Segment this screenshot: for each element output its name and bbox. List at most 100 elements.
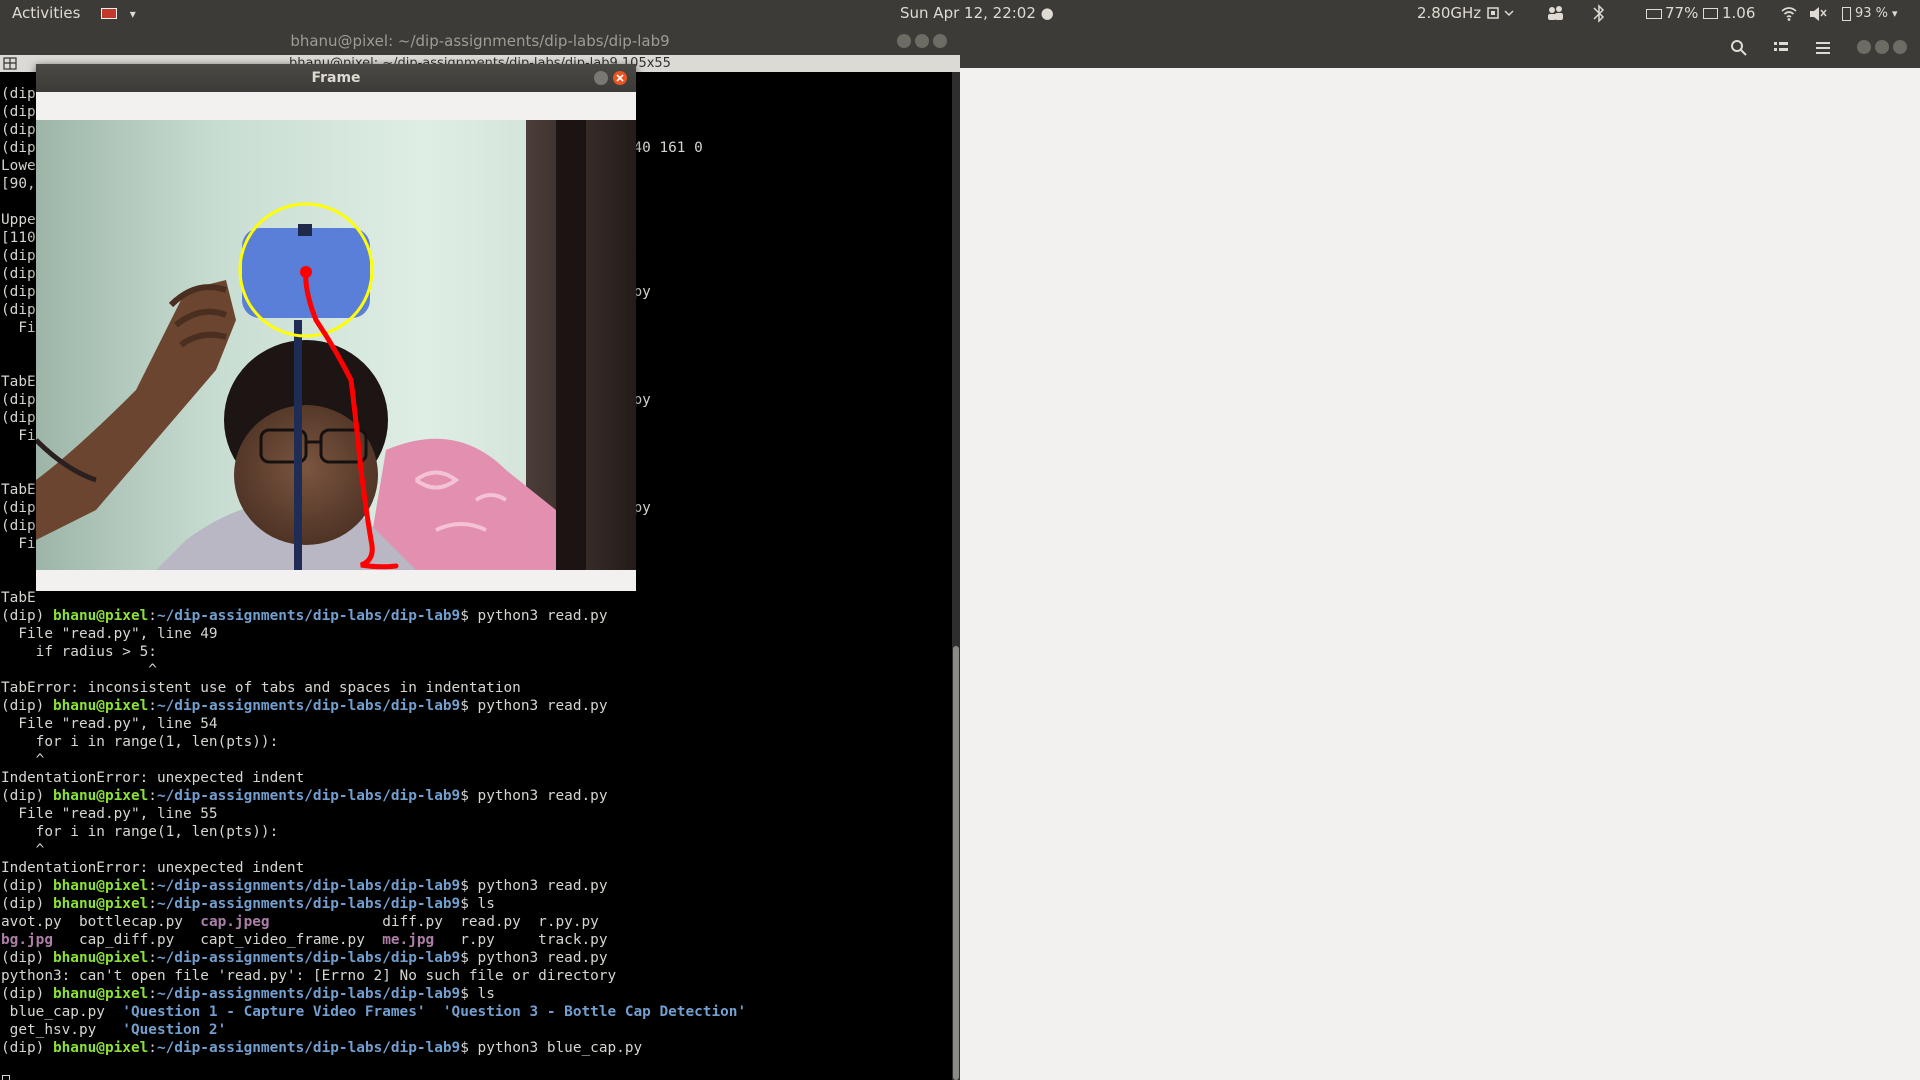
view-toggle-icon[interactable]	[1772, 39, 1790, 57]
volume-icon[interactable]	[1808, 0, 1828, 27]
terminal-line: (dip) bhanu@pixel:~/dip-assignments/dip-…	[1, 895, 746, 913]
terminal-text-segment: (dip)	[1, 878, 53, 894]
terminal-text-segment: diff.py read.py r.py.py	[269, 914, 599, 930]
terminal-text-segment: :	[148, 698, 157, 714]
terminal-text-segment: $ python3 blue_cap.py	[460, 1040, 643, 1056]
activities-button[interactable]: Activities	[12, 0, 80, 27]
terminal-text-segment: [110	[1, 230, 36, 246]
terminal-line: (dip) bhanu@pixel:~/dip-assignments/dip-…	[1, 949, 746, 967]
camera-image	[36, 120, 636, 570]
terminal-text-segment: ^	[1, 752, 45, 768]
terminal-text-segment: ^	[1, 662, 157, 678]
load-indicator[interactable]: 1.06	[1703, 0, 1755, 27]
terminal-line: IndentationError: unexpected indent	[1, 769, 746, 787]
terminal-line: (dip) bhanu@pixel:~/dip-assignments/dip-…	[1, 877, 746, 895]
terminal-text-segment: :	[148, 608, 157, 624]
terminal-line: TabE	[1, 589, 746, 607]
terminal-text-segment: $ python3 read.py	[460, 950, 608, 966]
terminal-line: (dip) bhanu@pixel:~/dip-assignments/dip-…	[1, 1039, 746, 1057]
terminal-line: if radius > 5:	[1, 643, 746, 661]
frame-close-button[interactable]	[613, 71, 627, 85]
terminal-text-segment: :	[148, 878, 157, 894]
terminal-scroll-thumb[interactable]	[953, 646, 959, 1080]
terminal-text-segment: Uppe	[1, 212, 36, 228]
terminal-text-segment: ^	[1, 842, 45, 858]
terminal-cursor	[2, 1075, 10, 1080]
terminal-line: for i in range(1, len(pts)):	[1, 823, 746, 841]
frame-minimize-button[interactable]	[594, 71, 608, 85]
terminal-text-segment: Fi	[1, 428, 36, 444]
terminal-line: (dip) bhanu@pixel:~/dip-assignments/dip-…	[1, 787, 746, 805]
close-button[interactable]	[1893, 40, 1907, 54]
terminal-text-segment: ~/dip-assignments/dip-labs/dip-lab9	[156, 878, 461, 894]
terminal-text-segment: ~/dip-assignments/dip-labs/dip-lab9	[156, 698, 461, 714]
terminal-titlebar[interactable]: bhanu@pixel: ~/dip-assignments/dip-labs/…	[0, 27, 960, 55]
power-indicator[interactable]: 93 % ▾	[1842, 0, 1898, 27]
terminal-text-segment: ~/dip-assignments/dip-labs/dip-lab9	[156, 608, 461, 624]
terminal-text-segment: $ python3 read.py	[460, 878, 608, 894]
terminal-line: (dip) bhanu@pixel:~/dip-assignments/dip-…	[1, 607, 746, 625]
terminal-text-segment: (dip	[1, 410, 36, 426]
wifi-icon[interactable]	[1780, 0, 1798, 27]
terminal-minimize-button[interactable]	[897, 34, 911, 48]
bluetooth-icon[interactable]	[1590, 0, 1608, 27]
terminal-text-segment: (dip)	[1, 608, 53, 624]
minimize-button[interactable]	[1857, 40, 1871, 54]
terminal-line: avot.py bottlecap.py cap.jpeg diff.py re…	[1, 913, 746, 931]
terminal-text-segment: TabError: inconsistent use of tabs and s…	[1, 680, 521, 696]
terminal-text-segment: $ python3 read.py	[460, 608, 608, 624]
terminal-text-segment: blue_cap.py	[1, 1004, 123, 1020]
terminal-text-segment: (dip)	[1, 986, 53, 1002]
terminal-scrollbar[interactable]	[952, 72, 960, 1080]
chevron-down-icon: ▾	[1892, 7, 1898, 20]
terminal-text-segment: :	[148, 1040, 157, 1056]
terminal-line: File "read.py", line 54	[1, 715, 746, 733]
terminal-line: bg.jpg cap_diff.py capt_video_frame.py m…	[1, 931, 746, 949]
frame-window: Frame	[36, 64, 636, 591]
search-icon[interactable]	[1730, 39, 1748, 57]
terminal-line: get_hsv.py 'Question 2'	[1, 1021, 746, 1039]
cpu-frequency-indicator[interactable]: 2.80GHz	[1417, 0, 1481, 27]
display-icon	[1703, 8, 1718, 19]
terminal-text-segment: TabE	[1, 374, 36, 390]
terminal-line: (dip) bhanu@pixel:~/dip-assignments/dip-…	[1, 697, 746, 715]
terminal-text-segment: for i in range(1, len(pts)):	[1, 734, 279, 750]
terminal-text-segment: bhanu@pixel	[52, 1040, 149, 1056]
terminal-text-segment: TabE	[1, 590, 36, 606]
flag-icon	[101, 8, 117, 19]
terminal-line: IndentationError: unexpected indent	[1, 859, 746, 877]
terminal-maximize-button[interactable]	[915, 34, 929, 48]
terminal-text-segment: bhanu@pixel	[52, 896, 149, 912]
frame-titlebar[interactable]: Frame	[36, 64, 636, 92]
top-panel: Activities ▾ Sun Apr 12, 22:02 ● 2.80GHz…	[0, 0, 1920, 27]
keyboard-layout-indicator[interactable]: ▾	[101, 0, 136, 27]
terminal-text-segment: :	[148, 950, 157, 966]
terminal-text-segment: r.py track.py	[434, 932, 608, 948]
terminal-text-segment: ~/dip-assignments/dip-labs/dip-lab9	[156, 896, 461, 912]
battery-indicator[interactable]: 77%	[1646, 0, 1698, 27]
menu-icon[interactable]	[1814, 39, 1832, 57]
terminal-text-segment: $ ls	[460, 986, 495, 1002]
terminal-text-segment: (dip	[1, 248, 36, 264]
file-manager-window	[960, 27, 1920, 1080]
terminal-text-segment: Fi	[1, 536, 36, 552]
terminal-close-button[interactable]	[933, 34, 947, 48]
clock[interactable]: Sun Apr 12, 22:02 ●	[900, 0, 1054, 27]
battery-icon	[1646, 8, 1662, 19]
terminal-text-segment: (dip)	[1, 896, 53, 912]
camera-feed	[36, 120, 636, 570]
people-icon[interactable]	[1545, 0, 1565, 27]
terminal-text-segment: (dip	[1, 104, 36, 120]
terminal-text-segment: (dip	[1, 518, 36, 534]
terminal-text-segment: $ ls	[460, 896, 495, 912]
terminal-text-segment: File "read.py", line 54	[1, 716, 218, 732]
power-percentage: 93 %	[1855, 6, 1889, 21]
window-header	[960, 27, 1920, 68]
maximize-button[interactable]	[1875, 40, 1889, 54]
terminal-text-segment: get_hsv.py	[1, 1022, 123, 1038]
cpu-icon[interactable]	[1486, 0, 1516, 27]
terminal-text-segment: for i in range(1, len(pts)):	[1, 824, 279, 840]
terminal-text-segment: cap.jpeg	[200, 914, 270, 930]
terminal-text-segment: Lowe	[1, 158, 36, 174]
chevron-down-icon: ▾	[129, 7, 136, 21]
